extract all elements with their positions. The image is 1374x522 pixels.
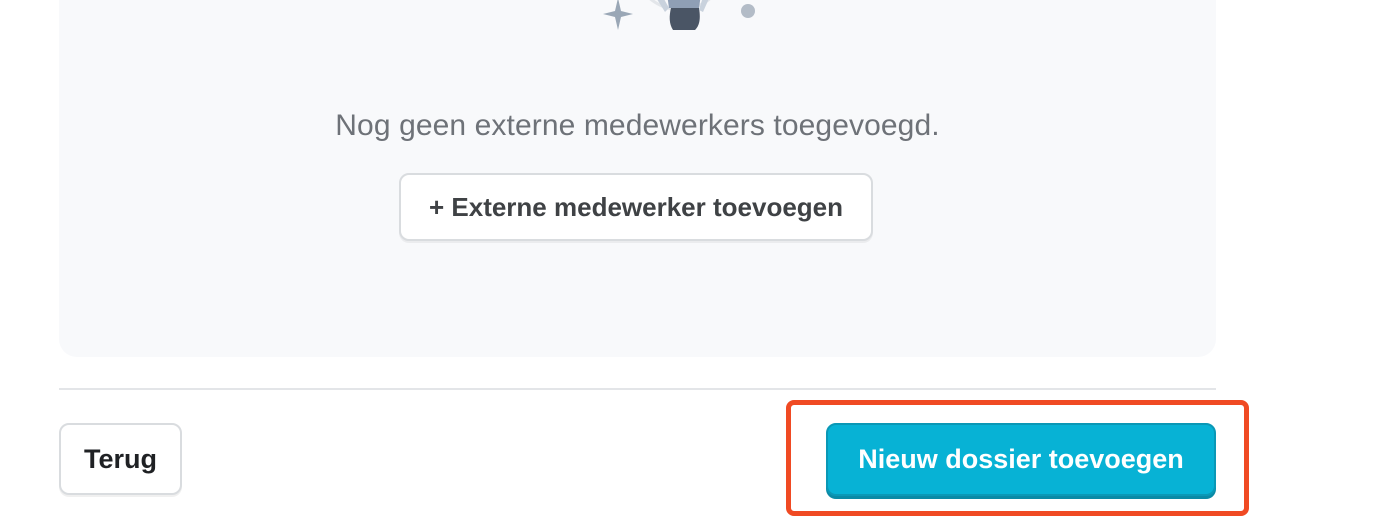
new-dossier-button[interactable]: Nieuw dossier toevoegen xyxy=(826,423,1216,496)
add-external-employee-button[interactable]: + Externe medewerker toevoegen xyxy=(399,173,873,241)
empty-state-panel: Nog geen externe medewerkers toegevoegd.… xyxy=(59,0,1216,357)
footer-divider xyxy=(59,388,1216,390)
person-avatar-icon xyxy=(603,0,755,30)
empty-state-message: Nog geen externe medewerkers toegevoegd. xyxy=(335,109,940,142)
page: Nog geen externe medewerkers toegevoegd.… xyxy=(0,0,1374,522)
back-button[interactable]: Terug xyxy=(59,423,182,495)
